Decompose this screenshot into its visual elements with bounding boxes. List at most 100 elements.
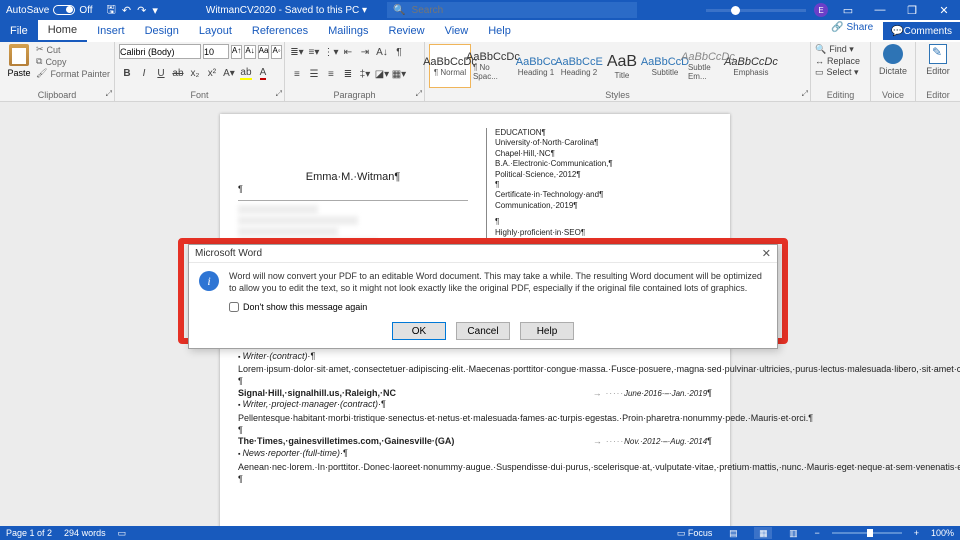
- document-title[interactable]: WitmanCV2020 - Saved to this PC ▾: [206, 5, 367, 16]
- shrink-font-button[interactable]: A↓: [244, 45, 255, 59]
- style-item[interactable]: AaBbCcDc¶ No Spac...: [472, 44, 514, 88]
- decrease-indent-button[interactable]: ⇤: [340, 44, 356, 60]
- web-layout-icon[interactable]: ▥: [784, 527, 802, 539]
- grow-font-button[interactable]: A↑: [231, 45, 242, 59]
- status-words[interactable]: 294 words: [64, 528, 106, 538]
- print-layout-icon[interactable]: ▦: [754, 527, 772, 539]
- italic-button[interactable]: I: [136, 65, 152, 81]
- menu-insert[interactable]: Insert: [87, 20, 135, 42]
- strike-button[interactable]: ab: [170, 65, 186, 81]
- menu-layout[interactable]: Layout: [189, 20, 242, 42]
- style-item[interactable]: AaBbCcEHeading 2: [558, 44, 600, 88]
- user-avatar[interactable]: E: [814, 3, 828, 17]
- edu-line[interactable]: Communication,·2019: [495, 201, 712, 211]
- redo-icon[interactable]: ↷: [137, 4, 146, 17]
- style-item[interactable]: AaBbCcDcSubtle Em...: [687, 44, 729, 88]
- text-effects-button[interactable]: A▾: [221, 65, 237, 81]
- minimize-icon[interactable]: —: [868, 4, 892, 16]
- dialog-title-bar[interactable]: Microsoft Word ✕: [189, 245, 777, 263]
- qat-dropdown-icon[interactable]: ▾: [152, 4, 158, 17]
- style-item[interactable]: AaBbCcDc¶ Normal: [429, 44, 471, 88]
- sort-button[interactable]: A↓: [374, 44, 390, 60]
- edu-line[interactable]: B.A.·Electronic·Communication,: [495, 159, 712, 169]
- ok-button[interactable]: OK: [392, 322, 446, 340]
- align-right-button[interactable]: ≡: [323, 66, 339, 82]
- menu-mailings[interactable]: Mailings: [318, 20, 378, 42]
- dont-show-label[interactable]: Don't show this message again: [243, 302, 367, 312]
- job1-role[interactable]: Writer·(contract)·: [238, 351, 712, 363]
- align-left-button[interactable]: ≡: [289, 66, 305, 82]
- styles-launcher-icon[interactable]: ⤢: [802, 89, 808, 99]
- edu-header[interactable]: EDUCATION: [495, 128, 712, 138]
- search-box[interactable]: 🔍: [387, 2, 637, 18]
- align-center-button[interactable]: ☰: [306, 66, 322, 82]
- bold-button[interactable]: B: [119, 65, 135, 81]
- menu-review[interactable]: Review: [379, 20, 435, 42]
- autosave-switch-icon[interactable]: [53, 5, 75, 15]
- style-item[interactable]: AaBTitle: [601, 44, 643, 88]
- editor-button[interactable]: Editor: [920, 44, 956, 76]
- job2-row[interactable]: Signal·Hill,·signalhill.us,·Raleigh,·NCJ…: [238, 388, 712, 400]
- edu-line[interactable]: Chapel·Hill,·NC: [495, 149, 712, 159]
- shading-button[interactable]: ◪▾: [374, 66, 390, 82]
- font-name-input[interactable]: [119, 44, 201, 59]
- close-icon[interactable]: ✕: [932, 4, 956, 17]
- format-painter-button[interactable]: 🖌Format Painter: [36, 68, 110, 79]
- read-mode-icon[interactable]: ▤: [724, 527, 742, 539]
- focus-mode-button[interactable]: ▭ Focus: [677, 528, 713, 539]
- edu-line[interactable]: University·of·North·Carolina: [495, 138, 712, 148]
- job2-role[interactable]: Writer,·project·manager·(contract)·: [238, 399, 712, 411]
- menu-help[interactable]: Help: [478, 20, 521, 42]
- copy-button[interactable]: ⧉Copy: [36, 56, 110, 67]
- share-button[interactable]: 🔗 Share: [823, 22, 881, 40]
- clear-format-button[interactable]: A◦: [271, 45, 281, 59]
- increase-indent-button[interactable]: ⇥: [357, 44, 373, 60]
- edu-line[interactable]: Certificate·in·Technology·and: [495, 190, 712, 200]
- paragraph-launcher-icon[interactable]: ⤢: [416, 89, 422, 99]
- job1-body[interactable]: Lorem·ipsum·dolor·sit·amet,·consectetuer…: [238, 364, 712, 376]
- menu-design[interactable]: Design: [135, 20, 189, 42]
- ribbon-display-icon[interactable]: ▭: [836, 4, 860, 17]
- job2-body[interactable]: Pellentesque·habitant·morbi·tristique·se…: [238, 413, 712, 425]
- clipboard-launcher-icon[interactable]: ⤢: [106, 89, 112, 99]
- undo-icon[interactable]: ↶: [122, 4, 131, 17]
- menu-home[interactable]: Home: [38, 20, 87, 42]
- find-button[interactable]: 🔍Find ▾: [815, 44, 860, 55]
- save-icon[interactable]: 🖫: [107, 1, 116, 20]
- select-button[interactable]: ▭Select ▾: [815, 67, 860, 78]
- zoom-slider[interactable]: [832, 532, 902, 534]
- font-launcher-icon[interactable]: ⤢: [276, 89, 282, 99]
- show-marks-button[interactable]: ¶: [391, 44, 407, 60]
- borders-button[interactable]: ▦▾: [391, 66, 407, 82]
- superscript-button[interactable]: x²: [204, 65, 220, 81]
- font-color-button[interactable]: A: [255, 65, 271, 81]
- job3-row[interactable]: The·Times,·gainesvilletimes.com,·Gainesv…: [238, 436, 712, 448]
- zoom-level[interactable]: 100%: [931, 528, 954, 538]
- highlight-button[interactable]: ab: [238, 65, 254, 81]
- dont-show-checkbox[interactable]: [229, 302, 239, 312]
- menu-file[interactable]: File: [0, 20, 38, 42]
- justify-button[interactable]: ≣: [340, 66, 356, 82]
- search-input[interactable]: [412, 5, 632, 16]
- comments-button[interactable]: 💬 Comments: [883, 22, 960, 40]
- restore-icon[interactable]: ❐: [900, 4, 924, 17]
- zoom-in-icon[interactable]: +: [914, 528, 919, 538]
- doc-name-line[interactable]: Emma·M.·Witman: [238, 170, 468, 184]
- bullets-button[interactable]: ≣▾: [289, 44, 305, 60]
- numbering-button[interactable]: ≡▾: [306, 44, 322, 60]
- seo-line[interactable]: Highly·proficient·in·SEO: [495, 228, 712, 238]
- autosave-toggle[interactable]: AutoSave Off: [0, 5, 99, 16]
- dialog-close-icon[interactable]: ✕: [762, 247, 771, 260]
- job3-role[interactable]: News·reporter·(full-time)·: [238, 448, 712, 460]
- underline-button[interactable]: U: [153, 65, 169, 81]
- replace-button[interactable]: ↔Replace: [815, 56, 860, 66]
- titlebar-slider[interactable]: [706, 9, 806, 12]
- menu-view[interactable]: View: [435, 20, 479, 42]
- cancel-button[interactable]: Cancel: [456, 322, 510, 340]
- job3-body[interactable]: Aenean·nec·lorem.·In·porttitor.·Donec·la…: [238, 462, 712, 474]
- style-item[interactable]: AaBbCcHeading 1: [515, 44, 557, 88]
- style-item[interactable]: AaBbCcDcEmphasis: [730, 44, 772, 88]
- multilevel-button[interactable]: ⋮▾: [323, 44, 339, 60]
- status-page[interactable]: Page 1 of 2: [6, 528, 52, 538]
- edu-line[interactable]: Political·Science,·2012: [495, 170, 712, 180]
